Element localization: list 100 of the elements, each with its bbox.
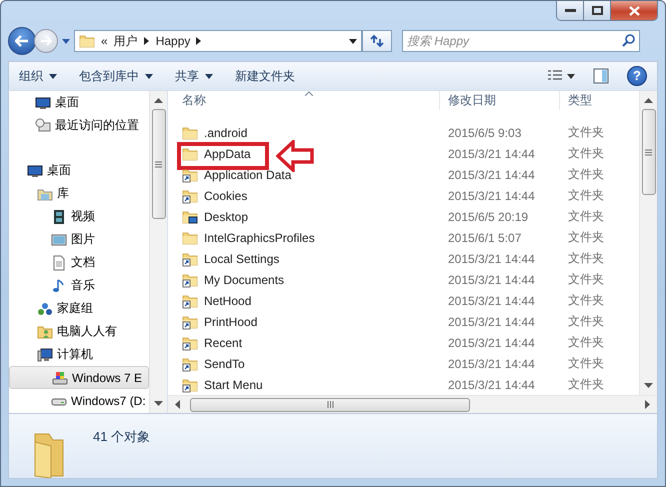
preview-pane-button[interactable]: [593, 68, 609, 84]
type-cell-text: 文件夹: [567, 166, 604, 183]
history-dropdown-icon[interactable]: [62, 36, 70, 46]
dropdown-icon[interactable]: [349, 38, 357, 44]
scroll-up-icon[interactable]: [644, 97, 653, 103]
date-cell-text: 2015/6/5 9:03: [447, 126, 522, 140]
toolbar-button[interactable]: 组织: [19, 68, 57, 85]
pane-icon: [593, 68, 609, 84]
type-cell-text: 文件夹: [567, 292, 604, 309]
type-cell-text: 文件夹: [567, 313, 604, 330]
type-cell-text: 文件夹: [567, 187, 604, 204]
nav-item[interactable]: 视频: [9, 205, 149, 228]
folder-shortcut-icon: [182, 334, 198, 350]
nav-item[interactable]: 文档: [9, 251, 149, 274]
file-name[interactable]: AppData: [204, 146, 251, 160]
breadcrumb[interactable]: 用户: [114, 32, 138, 50]
date-cell-text: 2015/6/1 5:07: [447, 230, 522, 244]
nav-item[interactable]: 计算机: [9, 343, 149, 366]
type-cell-text: 文件夹: [567, 376, 604, 393]
address-bar[interactable]: « 用户 Happy: [74, 30, 362, 52]
maximize-button[interactable]: [584, 1, 611, 20]
document-icon: [51, 254, 67, 270]
breadcrumb[interactable]: «: [101, 34, 108, 48]
homegroup-icon: [37, 300, 53, 316]
date-cell-text: 2015/6/5 20:19: [447, 210, 530, 224]
date-cell-text: 2015/3/21 14:44: [447, 356, 536, 370]
search-field[interactable]: 搜索 Happy: [402, 30, 640, 52]
folder-shortcut-icon: [182, 272, 198, 288]
date-cell-text: 2015/3/21 14:44: [447, 378, 536, 392]
caret-icon: [205, 74, 213, 79]
nav-item[interactable]: 图片: [9, 228, 149, 251]
file-name[interactable]: Cookies: [204, 188, 248, 202]
scroll-left-icon[interactable]: [174, 400, 180, 409]
recent-places-icon: [35, 118, 51, 134]
toolbar-button[interactable]: 共享: [175, 68, 213, 85]
scroll-down-icon[interactable]: [644, 383, 653, 389]
type-cell-text: 文件夹: [567, 124, 604, 141]
chevron-icon[interactable]: [144, 37, 150, 46]
toolbar-button[interactable]: 新建文件夹: [235, 68, 295, 85]
monitor-icon: [35, 94, 51, 110]
nav-item[interactable]: 音乐: [9, 274, 149, 297]
refresh-button[interactable]: [362, 30, 392, 52]
minimize-button[interactable]: [557, 1, 584, 20]
folder-shortcut-icon: [182, 250, 198, 266]
date-cell-text: 2015/3/21 14:44: [447, 168, 536, 182]
search-icon[interactable]: [622, 34, 635, 48]
nav-item[interactable]: 电脑人人有: [9, 320, 149, 343]
folder-shortcut-icon: [182, 188, 198, 204]
scroll-up-icon[interactable]: [154, 97, 163, 103]
refresh-icon: [369, 34, 385, 48]
date-cell-text: 2015/3/21 14:44: [447, 188, 536, 202]
column-header[interactable]: 类型: [560, 91, 639, 110]
nav-item[interactable]: 家庭组: [9, 297, 149, 320]
back-arrow-icon: [15, 35, 29, 48]
type-cell-text: 文件夹: [567, 145, 604, 162]
breadcrumb[interactable]: Happy: [156, 34, 190, 48]
minimize-icon: [564, 8, 576, 12]
column-header[interactable]: 名称: [168, 91, 440, 110]
toolbar-button[interactable]: 包含到库中: [79, 68, 153, 85]
nav-item[interactable]: 库: [9, 182, 149, 205]
nav-item[interactable]: Windows 7 E: [9, 366, 149, 389]
scroll-thumb[interactable]: [152, 109, 166, 219]
file-name[interactable]: Start Menu: [204, 378, 263, 392]
nav-item[interactable]: Windows7 (D:: [9, 389, 149, 412]
back-button[interactable]: [8, 27, 36, 56]
scroll-thumb[interactable]: [642, 109, 656, 195]
date-cell-text: 2015/3/21 14:44: [447, 252, 536, 266]
help-button[interactable]: ?: [627, 66, 647, 86]
nav-item[interactable]: 最近访问的位置: [9, 114, 149, 137]
vertical-scrollbar[interactable]: [639, 91, 657, 395]
folder-shortcut-icon: [182, 292, 198, 308]
file-name[interactable]: PrintHood: [204, 314, 258, 328]
vertical-scrollbar[interactable]: [149, 91, 167, 413]
type-cell-text: 文件夹: [567, 271, 604, 288]
close-button[interactable]: [611, 1, 657, 20]
file-name[interactable]: Recent: [204, 336, 242, 350]
column-header[interactable]: 修改日期: [440, 91, 560, 110]
nav-item[interactable]: 桌面: [9, 159, 149, 182]
file-name[interactable]: SendTo: [204, 356, 245, 370]
nav-item[interactable]: 桌面: [9, 91, 149, 114]
file-name[interactable]: Local Settings: [204, 252, 280, 266]
date-cell-text: 2015/3/21 14:44: [447, 272, 536, 286]
horizontal-scrollbar[interactable]: [168, 395, 657, 413]
file-name[interactable]: My Documents: [204, 272, 284, 286]
chevron-icon[interactable]: [196, 37, 202, 46]
scroll-thumb[interactable]: [190, 398, 470, 412]
date-cell-text: 2015/3/21 14:44: [447, 146, 536, 160]
computer-icon: [37, 346, 53, 362]
scroll-right-icon[interactable]: [645, 400, 651, 409]
file-name[interactable]: Application Data: [204, 168, 292, 182]
scroll-down-icon[interactable]: [154, 401, 163, 407]
drive-icon: [52, 370, 68, 386]
file-name[interactable]: NetHood: [204, 294, 252, 308]
file-name[interactable]: IntelGraphicsProfiles: [204, 230, 315, 244]
folder-shortcut-icon: [182, 314, 198, 330]
grip-icon: [155, 160, 162, 168]
type-cell-text: 文件夹: [567, 229, 604, 246]
folder-shortcut-icon: [182, 356, 198, 372]
file-name[interactable]: .android: [204, 126, 248, 140]
file-name[interactable]: Desktop: [204, 210, 248, 224]
